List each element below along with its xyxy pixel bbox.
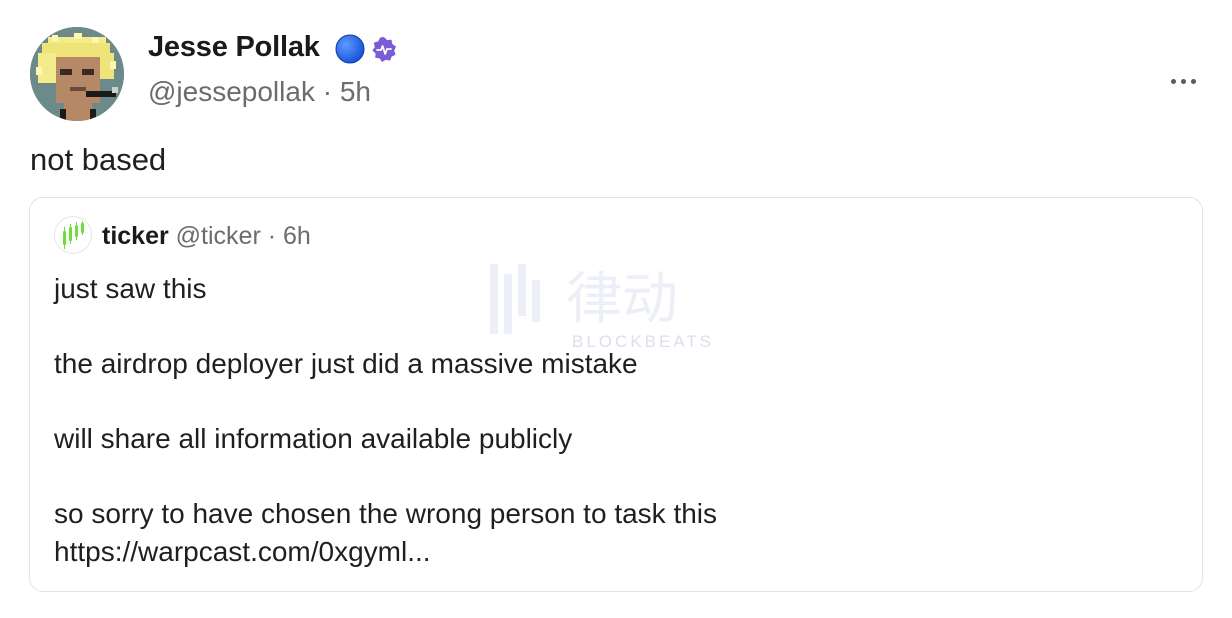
- separator-dot: ·: [322, 76, 333, 107]
- quote-link[interactable]: https://warpcast.com/0xgyml...: [54, 533, 1174, 571]
- quote-author-handle[interactable]: @ticker: [176, 222, 261, 250]
- quote-author-avatar[interactable]: [54, 216, 92, 254]
- more-options-button[interactable]: [1160, 66, 1206, 96]
- cast-post: Jesse Pollak @jessepollak · 5h not based…: [0, 0, 1232, 618]
- author-name[interactable]: Jesse Pollak: [148, 31, 320, 64]
- quote-time[interactable]: 6h: [283, 222, 311, 250]
- quote-line: just saw this: [54, 273, 207, 304]
- author-avatar[interactable]: [30, 27, 124, 121]
- separator-dot: ·: [267, 222, 277, 250]
- author-handle[interactable]: @jessepollak: [148, 76, 315, 107]
- author-handle-line: @jessepollak · 5h: [148, 76, 371, 108]
- post-text: not based: [30, 142, 167, 177]
- more-horizontal-icon: [1170, 78, 1176, 84]
- quote-line: will share all information available pub…: [54, 423, 573, 454]
- more-horizontal-icon: [1190, 78, 1196, 84]
- quote-line: so sorry to have chosen the wrong person…: [54, 498, 718, 529]
- quote-body: just saw this the airdrop deployer just …: [54, 270, 1174, 570]
- more-horizontal-icon: [1180, 78, 1186, 84]
- author-badges: [334, 33, 398, 70]
- post-time[interactable]: 5h: [340, 76, 371, 107]
- power-badge-icon[interactable]: [370, 35, 398, 68]
- quote-author-name[interactable]: ticker: [102, 222, 169, 250]
- quote-line: the airdrop deployer just did a massive …: [54, 348, 638, 379]
- quoted-cast-card[interactable]: 律动 BLOCKBEATS ticker @ticker · 6h just s: [29, 197, 1203, 592]
- quote-header: ticker @ticker · 6h: [102, 222, 311, 251]
- blue-circle-icon: [334, 33, 366, 70]
